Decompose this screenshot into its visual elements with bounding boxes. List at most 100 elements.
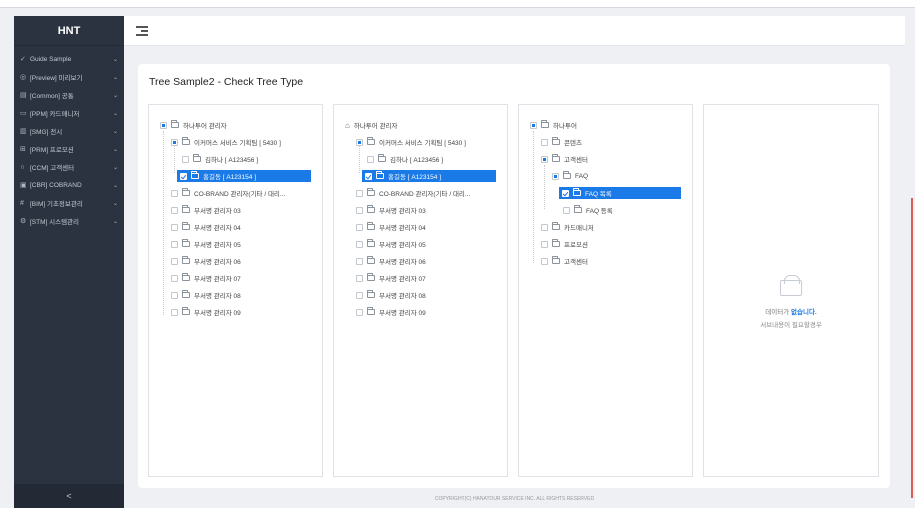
sidebar-item-stm[interactable]: ⚙ [STM] 시스템관리 ⌄ (14, 212, 124, 230)
tree-node[interactable]: 이커머스 서비스 기획팀 [ 5430 ] (353, 136, 469, 148)
tree-node[interactable]: 부서명 관리자 07 (353, 272, 429, 284)
sidebar: HNT ✓ Guide Sample ⌄ ◎ [Preview] 미리보기 ⌄ ▤ [Co… (14, 16, 124, 508)
gear-icon: ⚙ (20, 218, 27, 225)
tree-node-selected[interactable]: 홍길동 [ A123154 ] (177, 170, 311, 182)
tree-node[interactable]: 부서명 관리자 06 (353, 255, 429, 267)
tree-node[interactable]: 프로모션 (538, 238, 591, 250)
checkbox-partial-icon[interactable] (160, 121, 167, 129)
folder-icon (552, 154, 560, 162)
tree-node[interactable]: 김하나 [ A123456 ] (364, 153, 446, 165)
checkbox-checked-icon[interactable] (562, 189, 569, 197)
brand-logo[interactable]: HNT (14, 16, 124, 46)
sidebar-item-common[interactable]: ▤ [Common] 공통 ⌄ (14, 86, 124, 104)
tree-node[interactable]: FAQ (549, 170, 591, 182)
checkbox-icon[interactable] (563, 206, 570, 214)
sidebar-item-cbr[interactable]: ▣ [CBR] COBRAND ⌄ (14, 176, 124, 194)
folder-icon (367, 222, 375, 230)
sidebar-item-prm[interactable]: ⊞ [PRM] 프로모션 ⌄ (14, 140, 124, 158)
checkbox-icon[interactable] (367, 155, 374, 163)
tree-node[interactable]: 부서명 관리자 05 (168, 238, 244, 250)
sidebar-collapse-button[interactable]: < (14, 484, 124, 508)
tree-node[interactable]: 이커머스 서비스 기획팀 [ 5430 ] (168, 136, 284, 148)
sidebar-item-preview[interactable]: ◎ [Preview] 미리보기 ⌄ (14, 68, 124, 86)
tree-node-selected[interactable]: FAQ 목록 (559, 187, 681, 199)
checkbox-checked-icon[interactable] (365, 172, 372, 180)
tree-node[interactable]: 부서명 관리자 05 (353, 238, 429, 250)
checkbox-icon[interactable] (356, 240, 363, 248)
checkbox-checked-icon[interactable] (180, 172, 187, 180)
tree-node[interactable]: 부서명 관리자 03 (353, 204, 429, 216)
folder-icon (573, 188, 581, 196)
checkbox-icon[interactable] (171, 206, 178, 214)
sidebar-item-smg[interactable]: ▥ [SMG] 전시 ⌄ (14, 122, 124, 140)
tree-node[interactable]: CO-BRAND 관리자(기타 / 대리... (353, 187, 473, 199)
sidebar-item-guide-sample[interactable]: ✓ Guide Sample ⌄ (14, 50, 124, 68)
tree-node[interactable]: FAQ 등록 (560, 204, 616, 216)
tree-node[interactable]: 하나투어 관리자 (157, 119, 230, 131)
checkbox-icon[interactable] (541, 257, 548, 265)
tree-node-label: 부서명 관리자 09 (194, 310, 241, 317)
tree-node[interactable]: 하나투어 (527, 119, 580, 131)
checkbox-icon[interactable] (541, 240, 548, 248)
tree-node-label: 부서명 관리자 06 (379, 259, 426, 266)
checkbox-partial-icon[interactable] (552, 172, 559, 180)
checkbox-icon[interactable] (171, 291, 178, 299)
tree-node[interactable]: 부서명 관리자 04 (353, 221, 429, 233)
checkbox-icon[interactable] (171, 257, 178, 265)
checkbox-partial-icon[interactable] (356, 138, 363, 146)
checkbox-icon[interactable] (356, 189, 363, 197)
tree-node-label: FAQ 목록 (585, 191, 612, 198)
tree-node-label: CO-BRAND 관리자(기타 / 대리... (379, 191, 471, 198)
tree-node[interactable]: 부서명 관리자 03 (168, 204, 244, 216)
sidebar-item-ccm[interactable]: ∩ [CCM] 고객센터 ⌄ (14, 158, 124, 176)
tree-node[interactable]: 부서명 관리자 09 (168, 306, 244, 318)
checkbox-icon[interactable] (182, 155, 189, 163)
tree-node[interactable]: 콘텐츠 (538, 136, 585, 148)
checkbox-icon[interactable] (356, 223, 363, 231)
chevron-down-icon: ⌄ (112, 146, 118, 153)
menu-toggle-icon[interactable] (136, 26, 148, 36)
folder-icon (367, 188, 375, 196)
checkbox-partial-icon[interactable] (171, 138, 178, 146)
tree-node-label: 부서명 관리자 03 (194, 208, 241, 215)
folder-icon (367, 205, 375, 213)
checkbox-icon[interactable] (541, 138, 548, 146)
sidebar-item-ppm[interactable]: ▭ [PPM] 카드매니저 ⌄ (14, 104, 124, 122)
tree-node[interactable]: 부서명 관리자 04 (168, 221, 244, 233)
tree-node[interactable]: 고객센터 (538, 153, 591, 165)
checkbox-icon[interactable] (171, 308, 178, 316)
checkbox-icon[interactable] (356, 291, 363, 299)
headset-icon: ∩ (20, 163, 26, 171)
tree-node-label: 부서명 관리자 04 (379, 225, 426, 232)
empty-emphasis: 없습니다. (791, 309, 817, 316)
tree-node[interactable]: 고객센터 (538, 255, 591, 267)
tree-node-label: 하나투어 (553, 123, 577, 130)
checkbox-icon[interactable] (541, 223, 548, 231)
tree-node[interactable]: 부서명 관리자 08 (168, 289, 244, 301)
checkbox-partial-icon[interactable] (541, 155, 548, 163)
tree-node[interactable]: CO-BRAND 관리자(기타 / 대리... (168, 187, 288, 199)
checkbox-icon[interactable] (356, 257, 363, 265)
checkbox-icon[interactable] (171, 223, 178, 231)
folder-icon (367, 273, 375, 281)
checkbox-icon[interactable] (356, 308, 363, 316)
tree-node[interactable]: ⌂ 하나투어 관리자 (342, 119, 401, 131)
tree-node[interactable]: 카드매니저 (538, 221, 597, 233)
checkbox-icon[interactable] (356, 206, 363, 214)
sidebar-item-label: [STM] 시스템관리 (30, 219, 80, 226)
sidebar-item-label: [PRM] 프로모션 (30, 147, 74, 154)
checkbox-icon[interactable] (171, 240, 178, 248)
checkbox-icon[interactable] (356, 274, 363, 282)
tree-node[interactable]: 부서명 관리자 06 (168, 255, 244, 267)
tree-node-label: 이커머스 서비스 기획팀 [ 5430 ] (379, 140, 466, 147)
empty-message: 데이터가 없습니다. (704, 306, 878, 316)
sidebar-item-bim[interactable]: # [BIM] 기초정보관리 ⌄ (14, 194, 124, 212)
checkbox-icon[interactable] (171, 189, 178, 197)
checkbox-icon[interactable] (171, 274, 178, 282)
tree-node[interactable]: 부서명 관리자 07 (168, 272, 244, 284)
tree-node[interactable]: 부서명 관리자 09 (353, 306, 429, 318)
tree-node[interactable]: 부서명 관리자 08 (353, 289, 429, 301)
tree-node-selected[interactable]: 홍길동 [ A123154 ] (362, 170, 496, 182)
tree-node[interactable]: 김하나 [ A123456 ] (179, 153, 261, 165)
checkbox-partial-icon[interactable] (530, 121, 537, 129)
